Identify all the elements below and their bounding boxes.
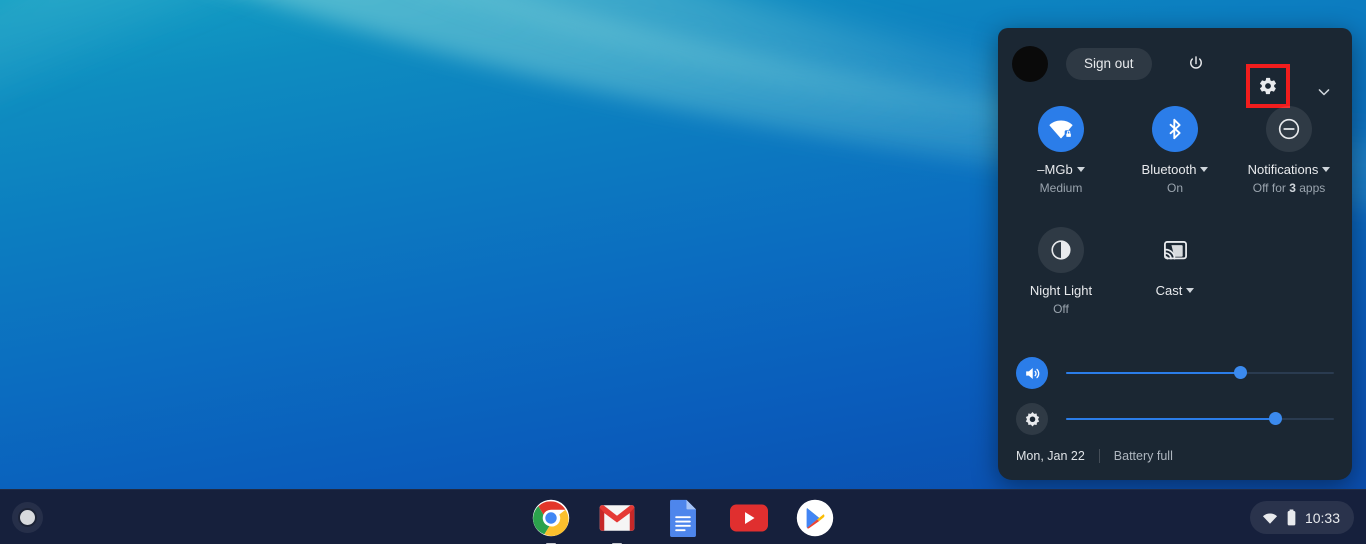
tile-bluetooth-label: Bluetooth [1142,162,1209,177]
do-not-disturb-icon [1278,118,1300,140]
volume-slider[interactable] [1066,366,1334,380]
shelf-item-chrome[interactable] [532,499,570,544]
battery-icon [1287,509,1296,526]
night-light-icon [1051,240,1071,260]
brightness-slider-knob[interactable] [1268,412,1282,425]
cast-tile-icon [1152,227,1198,273]
tile-notifications-sub: Off for 3 apps [1253,181,1326,195]
chevron-down-icon [1322,167,1331,172]
cast-icon [1163,240,1187,259]
brightness-icon [1025,411,1039,426]
power-icon [1189,56,1202,69]
shelf-item-play-store[interactable] [796,499,834,537]
bluetooth-tile-icon [1152,106,1198,152]
brightness-slider[interactable] [1066,412,1334,426]
desktop: Sign out –MGb Medium Bluetooth On Notifi… [0,0,1366,544]
chrome-icon [532,499,570,536]
date-label[interactable]: Mon, Jan 22 [1016,449,1085,463]
tile-notifications-label-text: Notifications [1247,162,1319,177]
docs-icon [670,499,696,537]
settings-button[interactable] [1250,68,1286,104]
shelf: 10:33 [0,489,1366,544]
tile-night-light-label: Night Light [1030,283,1092,298]
bluetooth-icon [1169,118,1181,140]
tile-bluetooth-sub: On [1166,181,1183,195]
volume-slider-row [1016,350,1334,396]
volume-slider-knob[interactable] [1233,366,1247,379]
shelf-item-youtube[interactable] [730,499,768,537]
tile-network-label-text: –MGb [1037,162,1073,177]
tile-notifications-sub-prefix: Off for [1252,181,1290,195]
notifications-tile-icon [1266,106,1312,152]
gmail-icon [599,504,635,531]
tile-row-primary: –MGb Medium Bluetooth On Notifications O… [1004,104,1346,195]
quick-settings-panel: Sign out –MGb Medium Bluetooth On Notifi… [998,28,1352,480]
quick-settings-footer: Mon, Jan 22 Battery full [998,432,1352,480]
tile-bluetooth-label-text: Bluetooth [1141,162,1197,177]
tile-notifications[interactable]: Notifications Off for 3 apps [1232,104,1346,195]
network-tile-icon [1038,106,1084,152]
tile-cast[interactable]: Cast [1118,225,1232,316]
tile-network-label: –MGb [1037,162,1085,177]
shelf-item-docs[interactable] [664,499,702,537]
tile-network-sub: Medium [1039,181,1083,195]
tile-night-light[interactable]: Night Light Off [1004,225,1118,316]
tile-row-secondary: Night Light Off Cast [1004,225,1346,316]
chevron-down-icon [1318,89,1330,96]
tile-network[interactable]: –MGb Medium [1004,104,1118,195]
shelf-app-list [0,490,1366,544]
quick-settings-tiles: –MGb Medium Bluetooth On Notifications O… [998,104,1352,316]
brightness-button[interactable] [1016,403,1048,435]
battery-label[interactable]: Battery full [1114,449,1173,463]
tray-clock: 10:33 [1304,509,1340,526]
wifi-locked-icon [1049,120,1073,139]
settings-button-highlight [1246,64,1290,108]
collapse-button[interactable] [1306,74,1342,110]
tile-notifications-label: Notifications [1248,162,1331,177]
footer-divider [1098,449,1100,463]
quick-settings-header: Sign out [998,28,1352,108]
tile-notifications-sub-suffix: apps [1295,181,1326,195]
tile-notifications-sub-count: 3 [1289,181,1296,195]
gear-icon [1260,77,1276,95]
avatar[interactable] [1012,46,1048,82]
play-store-icon [796,499,834,536]
tile-cast-label: Cast [1156,283,1195,298]
volume-icon [1025,367,1039,379]
chevron-down-icon [1186,288,1195,293]
quick-settings-sliders [998,350,1352,442]
chevron-down-icon [1076,167,1085,172]
tile-night-light-sub: Off [1053,302,1069,316]
shelf-item-gmail[interactable] [598,499,636,544]
power-button[interactable] [1178,46,1214,82]
wifi-icon [1263,512,1277,524]
night-light-tile-icon [1038,227,1084,273]
tile-bluetooth[interactable]: Bluetooth On [1118,104,1232,195]
tile-cast-label-text: Cast [1155,283,1183,298]
status-tray[interactable]: 10:33 [1249,501,1354,534]
youtube-icon [730,504,768,531]
tile-night-light-label-text: Night Light [1029,283,1093,298]
chevron-down-icon [1200,167,1209,172]
brightness-slider-fill [1066,418,1276,420]
sign-out-button[interactable]: Sign out [1066,48,1152,80]
volume-slider-fill [1066,372,1241,374]
volume-button[interactable] [1016,357,1048,389]
